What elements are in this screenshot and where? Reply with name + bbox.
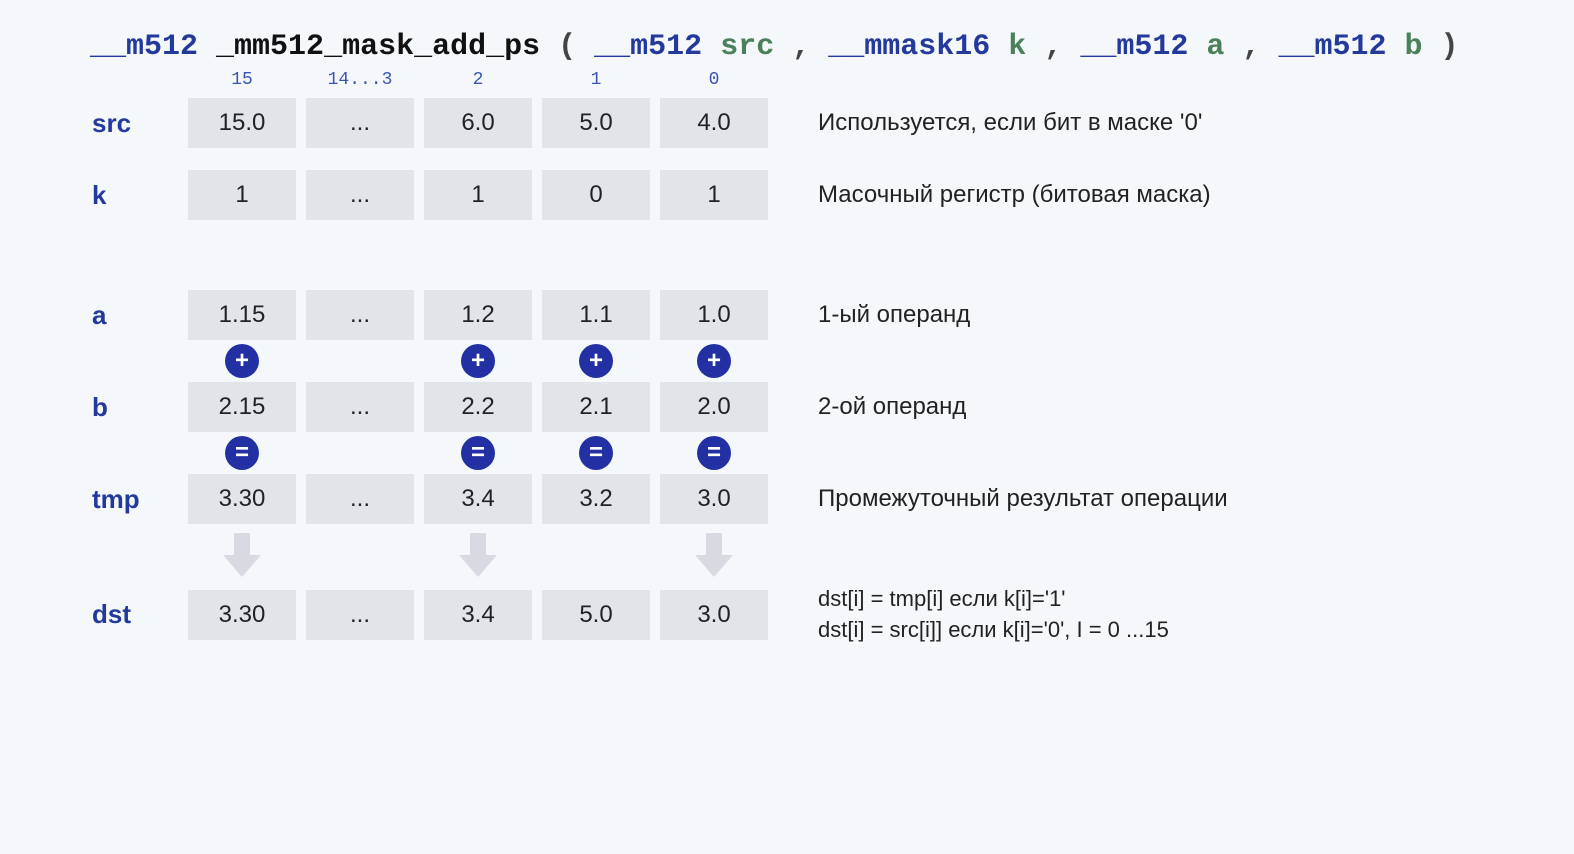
plus-op: + [542,340,650,382]
comma: , [792,30,828,64]
b-cell: ... [306,382,414,432]
param-type-1: __mmask16 [828,30,990,64]
b-desc: 2-ой операнд [778,393,1484,421]
comma: , [1242,30,1278,64]
row-label-a: a [90,300,178,331]
dst-cell: 3.0 [660,590,768,640]
dst-cell: ... [306,590,414,640]
src-cell: 6.0 [424,98,532,148]
plus-icon: + [579,344,613,378]
open-paren: ( [558,30,576,64]
down-arrow-icon [188,524,296,584]
close-paren: ) [1441,30,1459,64]
diagram-grid: 15 14...3 2 1 0 src 15.0 ... 6.0 5.0 4.0… [90,70,1484,646]
tmp-cell: 3.0 [660,474,768,524]
equal-icon: = [225,436,259,470]
src-cell: ... [306,98,414,148]
k-cell: 0 [542,170,650,220]
equal-op: = [424,432,532,474]
plus-icon: + [461,344,495,378]
return-type: __m512 [90,30,198,64]
a-cell: 1.1 [542,290,650,340]
a-cell: 1.15 [188,290,296,340]
comma: , [1044,30,1080,64]
a-cell: 1.2 [424,290,532,340]
equal-op: = [188,432,296,474]
a-desc: 1-ый операнд [778,301,1484,329]
b-cell: 2.1 [542,382,650,432]
k-cell: ... [306,170,414,220]
k-cell: 1 [188,170,296,220]
row-label-src: src [90,108,178,139]
b-cell: 2.15 [188,382,296,432]
param-type-2: __m512 [1080,30,1188,64]
tmp-cell: ... [306,474,414,524]
down-arrow-icon [660,524,768,584]
tmp-cell: 3.2 [542,474,650,524]
index-1: 1 [542,70,650,98]
b-cell: 2.2 [424,382,532,432]
equal-op: = [660,432,768,474]
plus-icon: + [697,344,731,378]
src-cell: 4.0 [660,98,768,148]
dst-cell: 3.30 [188,590,296,640]
index-15: 15 [188,70,296,98]
k-desc: Масочный регистр (битовая маска) [778,181,1484,209]
index-0: 0 [660,70,768,98]
dst-cell: 5.0 [542,590,650,640]
equal-icon: = [461,436,495,470]
row-label-dst: dst [90,599,178,630]
plus-op: + [660,340,768,382]
a-cell: ... [306,290,414,340]
equal-icon: = [579,436,613,470]
a-cell: 1.0 [660,290,768,340]
function-name: _mm512_mask_add_ps [216,30,540,64]
param-name-1: k [1008,30,1026,64]
dst-desc-line1: dst[i] = tmp[i] если k[i]='1' [818,584,1484,615]
param-name-2: a [1206,30,1224,64]
param-name-3: b [1404,30,1422,64]
param-name-0: src [720,30,774,64]
dst-desc: dst[i] = tmp[i] если k[i]='1' dst[i] = s… [778,584,1484,646]
row-label-tmp: tmp [90,484,178,515]
plus-op: + [424,340,532,382]
k-cell: 1 [424,170,532,220]
plus-op: + [188,340,296,382]
src-cell: 5.0 [542,98,650,148]
tmp-cell: 3.4 [424,474,532,524]
tmp-desc: Промежуточный результат операции [778,485,1484,513]
dst-desc-line2: dst[i] = src[i]] если k[i]='0', I = 0 ..… [818,615,1484,646]
dst-cell: 3.4 [424,590,532,640]
src-desc: Используется, если бит в маске '0' [778,109,1484,137]
plus-icon: + [225,344,259,378]
src-cell: 15.0 [188,98,296,148]
equal-op: = [542,432,650,474]
b-cell: 2.0 [660,382,768,432]
index-14-3: 14...3 [306,70,414,98]
row-label-k: k [90,180,178,211]
index-2: 2 [424,70,532,98]
k-cell: 1 [660,170,768,220]
equal-icon: = [697,436,731,470]
down-arrow-icon [424,524,532,584]
row-label-b: b [90,392,178,423]
function-signature: __m512 _mm512_mask_add_ps ( __m512 src ,… [90,30,1484,64]
tmp-cell: 3.30 [188,474,296,524]
param-type-3: __m512 [1278,30,1386,64]
param-type-0: __m512 [594,30,702,64]
